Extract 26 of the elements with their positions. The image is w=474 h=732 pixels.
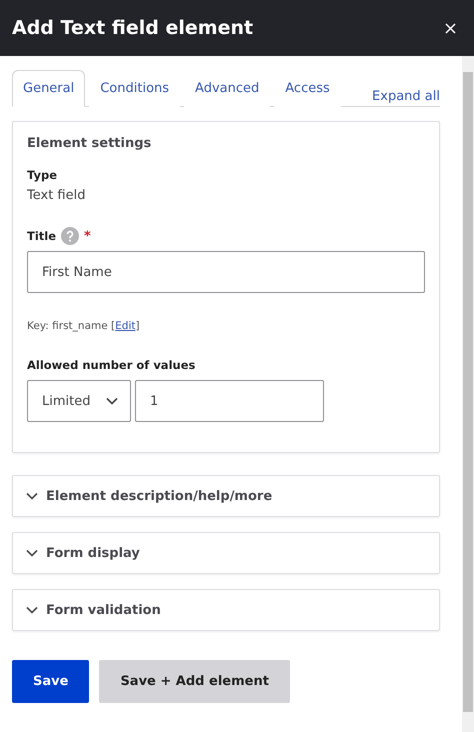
field-value: Text field: [27, 188, 86, 203]
save-button[interactable]: Save: [12, 660, 90, 703]
edit-link[interactable]: Edit: [115, 320, 136, 332]
chevron-icon: [106, 397, 118, 405]
collapsible-section[interactable]: Form display: [12, 532, 440, 574]
field-label: Allowed number of values: [27, 358, 196, 372]
required-mark: *: [84, 228, 91, 244]
values-select[interactable]: Limited: [27, 380, 131, 422]
save-add-button[interactable]: Save + Add element: [99, 660, 290, 703]
scrollbar[interactable]: [462, 56, 474, 732]
chevron-icon: [26, 492, 38, 500]
values-count-input[interactable]: 1: [135, 380, 324, 422]
title-input[interactable]: First Name: [27, 251, 425, 293]
close-icon: [445, 22, 456, 34]
help-icon[interactable]: [61, 227, 80, 245]
chevron-icon: [26, 606, 38, 614]
collapsible-section[interactable]: Form validation: [12, 589, 440, 631]
key-hint: Key: first_name [Edit]: [27, 320, 141, 332]
expand-all-link[interactable]: Expand all: [372, 89, 440, 106]
dialog-title: Add Text field element: [12, 17, 254, 39]
chevron-icon: [26, 549, 38, 557]
field-label: Type: [27, 168, 58, 182]
field-label: Title: [27, 229, 56, 243]
section-heading: Element settings: [27, 136, 152, 151]
collapsible-section[interactable]: Element description/help/more: [12, 475, 440, 517]
tab[interactable]: General: [12, 70, 86, 107]
